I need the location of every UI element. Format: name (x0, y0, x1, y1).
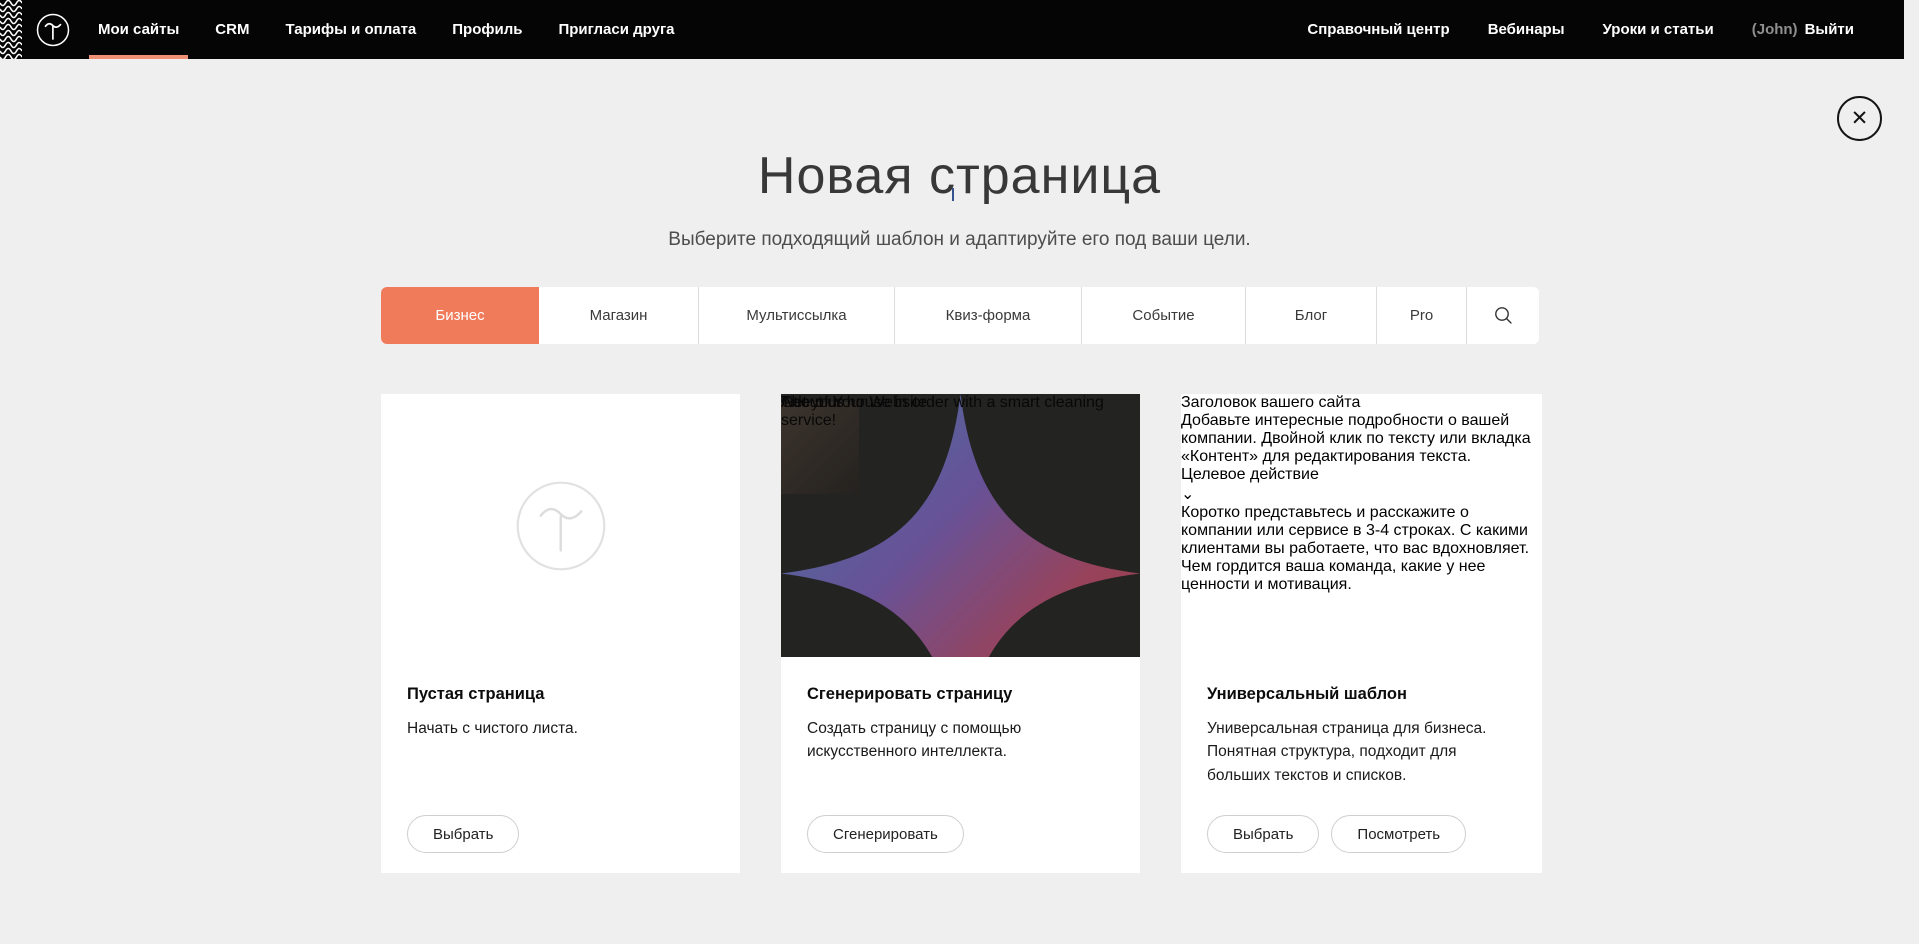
nav-item-my-sites[interactable]: Мои сайты (98, 0, 179, 59)
card-description: Универсальная страница для бизнеса. Поня… (1207, 717, 1507, 787)
search-icon (1494, 306, 1513, 325)
close-icon: ✕ (1851, 108, 1869, 129)
blank-page-preview (381, 394, 740, 657)
view-button[interactable]: Посмотреть (1331, 815, 1466, 853)
template-hero-subtitle: Добавьте интересные подробности о вашей … (1181, 412, 1542, 466)
text-cursor-artifact (952, 188, 954, 201)
template-hero-title: Заголовок вашего сайта (1181, 394, 1542, 412)
nav-user-block: (John) Выйти (1752, 0, 1854, 59)
nav-item-crm[interactable]: CRM (215, 0, 249, 59)
card-body: Сгенерировать страницу Создать страницу … (781, 657, 1140, 764)
nav-item-help-center[interactable]: Справочный центр (1307, 0, 1449, 59)
tab-quiz-form[interactable]: Квиз-форма (895, 287, 1082, 344)
nav-item-profile[interactable]: Профиль (452, 0, 522, 59)
template-body-text: Коротко представьтесь и расскажите о ком… (1181, 504, 1542, 594)
card-title: Универсальный шаблон (1207, 685, 1516, 704)
card-title: Сгенерировать страницу (807, 685, 1114, 704)
tilda-logo-icon[interactable] (36, 13, 70, 47)
nav-item-tariffs[interactable]: Тарифы и оплата (285, 0, 416, 59)
nav-item-invite-friend[interactable]: Пригласи друга (558, 0, 674, 59)
close-button[interactable]: ✕ (1837, 96, 1882, 141)
user-name-label: (John) (1752, 21, 1798, 38)
card-universal-template[interactable]: Заголовок вашего сайта Добавьте интересн… (1181, 394, 1542, 873)
choose-button[interactable]: Выбрать (407, 815, 519, 853)
tab-business[interactable]: Бизнес (381, 287, 539, 344)
page-subtitle: Выберите подходящий шаблон и адаптируйте… (0, 229, 1919, 251)
card-actions: Выбрать Посмотреть (1207, 815, 1466, 853)
ai-preview-collage: Title of Your Website Get your house in … (781, 394, 1140, 657)
card-blank-page[interactable]: Пустая страница Начать с чистого листа. … (381, 394, 740, 873)
card-description: Создать страницу с помощью искусственног… (807, 717, 1107, 764)
card-actions: Выбрать (407, 815, 519, 853)
tab-pro[interactable]: Pro (1377, 287, 1467, 344)
nav-menu-right: Справочный центр Вебинары Уроки и статьи… (1307, 0, 1904, 59)
page-title: Новая страница (0, 146, 1919, 206)
tab-shop[interactable]: Магазин (539, 287, 699, 344)
template-cta-button: Целевое действие (1181, 466, 1542, 484)
card-ai-generate[interactable]: Title of Your Website Get your house in … (781, 394, 1140, 873)
tab-search[interactable] (1467, 287, 1539, 344)
top-nav: Мои сайты CRM Тарифы и оплата Профиль Пр… (0, 0, 1904, 59)
card-title: Пустая страница (407, 685, 714, 704)
card-description: Начать с чистого листа. (407, 717, 707, 740)
wave-pattern-icon (0, 0, 22, 59)
tab-blog[interactable]: Блог (1246, 287, 1377, 344)
template-category-tabs: Бизнес Магазин Мультиссылка Квиз-форма С… (381, 287, 1539, 344)
collage-dim-overlay (781, 394, 1140, 657)
card-body: Универсальный шаблон Универсальная стран… (1181, 657, 1542, 787)
card-actions: Сгенерировать (807, 815, 964, 853)
logout-link[interactable]: Выйти (1805, 21, 1854, 38)
template-cards-row: Пустая страница Начать с чистого листа. … (381, 394, 1542, 873)
tab-multilink[interactable]: Мультиссылка (699, 287, 895, 344)
tilda-watermark-icon (515, 480, 607, 572)
nav-item-lessons[interactable]: Уроки и статьи (1603, 0, 1714, 59)
card-body: Пустая страница Начать с чистого листа. (381, 657, 740, 740)
chevron-down-icon: ⌄ (1181, 484, 1542, 504)
tab-event[interactable]: Событие (1082, 287, 1246, 344)
nav-item-webinars[interactable]: Вебинары (1488, 0, 1565, 59)
nav-menu-left: Мои сайты CRM Тарифы и оплата Профиль Пр… (98, 0, 675, 59)
template-preview: Заголовок вашего сайта Добавьте интересн… (1181, 394, 1542, 657)
template-hero-image: Заголовок вашего сайта Добавьте интересн… (1181, 394, 1542, 504)
generate-button[interactable]: Сгенерировать (807, 815, 964, 853)
choose-button[interactable]: Выбрать (1207, 815, 1319, 853)
